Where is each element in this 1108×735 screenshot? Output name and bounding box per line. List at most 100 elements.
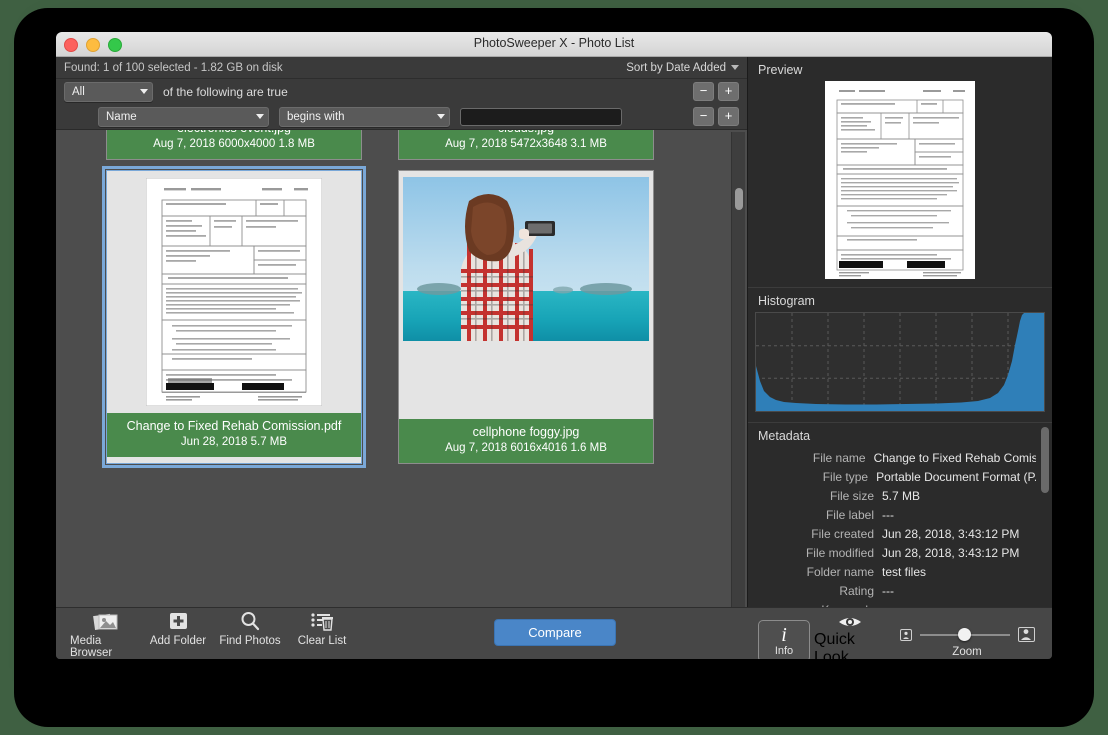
criteria-field-value: Name [106, 110, 137, 123]
bottom-toolbar: Media Browser Add Folder Find Photos Cle… [56, 607, 1052, 659]
add-folder-button[interactable]: Add Folder [142, 609, 214, 659]
filter-row-criteria: Name begins with − + [56, 104, 747, 129]
photo-filename: cellphone foggy.jpg [472, 425, 580, 439]
histogram-chart [755, 312, 1045, 412]
histogram-section: Histogram [748, 288, 1052, 423]
photo-cell[interactable]: clouds.jpg Aug 7, 2018 5472x3648 3.1 MB [398, 130, 654, 160]
metadata-row: File size 5.7 MB [748, 487, 1036, 506]
photo-image [403, 177, 649, 341]
sort-menu-button[interactable]: Sort by Date Added [626, 62, 739, 74]
metadata-title: Metadata [758, 429, 811, 443]
inspector-pane: Preview Histogram Metadata File name Cha… [747, 57, 1052, 659]
metadata-key: Folder name [806, 565, 874, 579]
photo-cell-selected[interactable]: Change to Fixed Rehab Comission.pdf Jun … [102, 166, 366, 468]
metadata-value: --- [882, 584, 894, 598]
photo-list-pane: Found: 1 of 100 selected - 1.82 GB on di… [56, 57, 747, 659]
metadata-row: Folder name test files [748, 563, 1036, 582]
thumbnail [399, 171, 653, 419]
metadata-row: File created Jun 28, 2018, 3:43:12 PM [748, 525, 1036, 544]
metadata-value: Portable Document Format (P... [876, 470, 1036, 484]
add-rule-button[interactable]: + [718, 82, 739, 101]
photo-caption: cellphone foggy.jpg Aug 7, 2018 6016x401… [399, 419, 653, 463]
application-window: PhotoSweeper X - Photo List Found: 1 of … [56, 32, 1052, 659]
metadata-key: File modified [805, 546, 874, 560]
thumbnail-small-icon[interactable] [899, 628, 912, 641]
add-folder-icon [167, 609, 189, 633]
grid-scrollbar-thumb[interactable] [735, 188, 743, 210]
found-status: Found: 1 of 100 selected - 1.82 GB on di… [64, 61, 283, 74]
photo-filename: Change to Fixed Rehab Comission.pdf [126, 419, 342, 433]
clear-list-icon [310, 609, 334, 633]
grid-scrollbar[interactable] [731, 132, 745, 635]
photo-meta: Aug 7, 2018 6000x4000 1.8 MB [153, 138, 315, 150]
criteria-operator-value: begins with [287, 110, 345, 123]
metadata-value: --- [882, 508, 894, 522]
clear-list-label: Clear List [297, 634, 347, 647]
status-bar: Found: 1 of 100 selected - 1.82 GB on di… [56, 57, 747, 79]
chevron-down-icon [140, 89, 148, 94]
photo-cell[interactable]: cellphone foggy.jpg Aug 7, 2018 6016x401… [398, 170, 654, 464]
metadata-row: File name Change to Fixed Rehab Comis... [748, 449, 1036, 468]
preview-image[interactable] [825, 81, 975, 279]
add-folder-label: Add Folder [149, 634, 207, 647]
zoom-slider[interactable] [919, 627, 1010, 641]
remove-criteria-button[interactable]: − [693, 107, 714, 126]
metadata-value: Change to Fixed Rehab Comis... [873, 451, 1036, 465]
criteria-operator-select[interactable]: begins with [279, 106, 450, 127]
match-scope-value: All [72, 85, 85, 98]
filter-follow-label: of the following are true [163, 84, 288, 99]
window-body: Found: 1 of 100 selected - 1.82 GB on di… [56, 57, 1052, 659]
photo-meta: Jun 28, 2018 5.7 MB [180, 436, 288, 448]
window-title: PhotoSweeper X - Photo List [473, 36, 635, 50]
criteria-field-select[interactable]: Name [98, 106, 269, 127]
preview-title: Preview [758, 63, 803, 77]
histogram-title: Histogram [758, 294, 815, 308]
photo-cell[interactable]: electronics event.jpg Aug 7, 2018 6000x4… [106, 130, 362, 160]
zoom-control: Zoom [892, 624, 1042, 658]
info-button[interactable]: i Info [758, 619, 810, 659]
match-scope-select[interactable]: All [64, 81, 153, 102]
add-criteria-button[interactable]: + [718, 107, 739, 126]
screen: PhotoSweeper X - Photo List Found: 1 of … [0, 0, 1108, 735]
criteria-value-input[interactable] [460, 107, 622, 126]
find-photos-label: Find Photos [219, 634, 281, 647]
title-bar: PhotoSweeper X - Photo List [56, 32, 1052, 57]
media-browser-label: Media Browser [70, 634, 113, 659]
metadata-row: File label --- [748, 506, 1036, 525]
sort-menu-label: Sort by Date Added [626, 61, 726, 74]
zoom-slider-row [899, 624, 1035, 646]
preview-section: Preview [748, 57, 1052, 288]
photo-meta: Aug 7, 2018 6016x4016 1.6 MB [445, 442, 607, 454]
metadata-key: File type [822, 470, 869, 484]
toolbar-right-group: i Info Quick Look Zoom [758, 614, 1042, 659]
filter-zone: All of the following are true − + Name b… [56, 79, 747, 130]
thumbnail [107, 171, 361, 413]
metadata-row: Rating --- [748, 582, 1036, 601]
remove-rule-button[interactable]: − [693, 82, 714, 101]
thumbnail-large-icon[interactable] [1017, 627, 1035, 642]
metadata-key: File size [829, 489, 874, 503]
compare-button[interactable]: Compare [494, 619, 616, 646]
metadata-value: Jun 28, 2018, 3:43:12 PM [882, 527, 1020, 541]
histogram-plot [756, 313, 1044, 411]
metadata-key: File name [812, 451, 866, 465]
metadata-scrollbar-thumb[interactable] [1041, 427, 1049, 493]
zoom-slider-knob[interactable] [957, 627, 971, 641]
media-browser-button[interactable]: Media Browser [70, 609, 142, 659]
photo-caption: clouds.jpg Aug 7, 2018 5472x3648 3.1 MB [399, 130, 653, 159]
metadata-list: File name Change to Fixed Rehab Comis...… [748, 447, 1052, 620]
photo-caption: electronics event.jpg Aug 7, 2018 6000x4… [107, 130, 361, 159]
toolbar-left-group: Media Browser Add Folder Find Photos Cle… [56, 609, 358, 659]
photo-meta: Aug 7, 2018 5472x3648 3.1 MB [445, 138, 607, 150]
media-browser-icon [93, 609, 119, 633]
clear-list-button[interactable]: Clear List [286, 609, 358, 659]
photo-grid-scroll-area[interactable]: electronics event.jpg Aug 7, 2018 6000x4… [56, 130, 747, 637]
quick-look-button[interactable]: Quick Look [814, 614, 886, 659]
find-photos-button[interactable]: Find Photos [214, 609, 286, 659]
metadata-row: File type Portable Document Format (P... [748, 468, 1036, 487]
photo-caption: Change to Fixed Rehab Comission.pdf Jun … [107, 413, 361, 457]
metadata-value: Jun 28, 2018, 3:43:12 PM [882, 546, 1020, 560]
photo-grid: electronics event.jpg Aug 7, 2018 6000x4… [56, 130, 731, 478]
metadata-row: File modified Jun 28, 2018, 3:43:12 PM [748, 544, 1036, 563]
filter-scope-buttons: − + [693, 82, 739, 101]
